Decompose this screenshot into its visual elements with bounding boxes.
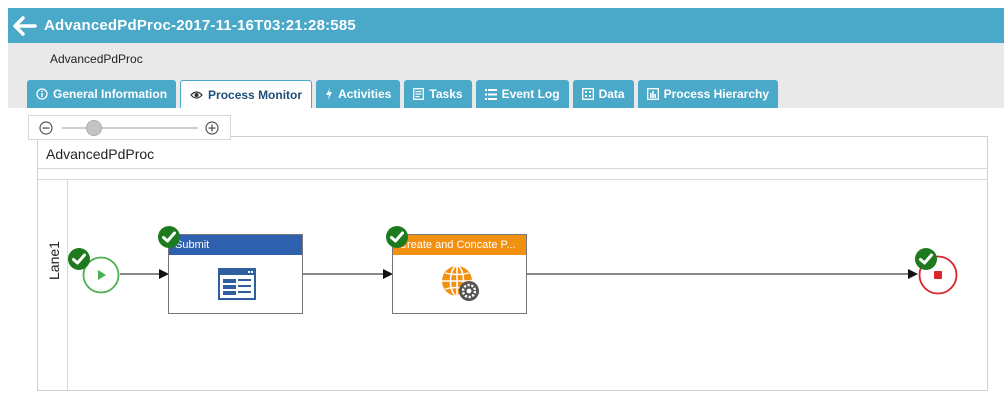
form-icon — [218, 268, 256, 300]
tab-data[interactable]: Data — [572, 80, 634, 108]
tab-label: Process Hierarchy — [663, 87, 769, 101]
completed-check-icon — [67, 247, 91, 271]
tab-label: Activities — [338, 87, 392, 101]
list-icon — [484, 88, 497, 100]
tab-label: Data — [598, 87, 625, 101]
subheader: AdvancedPdProc General Information Proce… — [8, 43, 1004, 108]
tasks-icon — [413, 88, 425, 100]
tab-activities[interactable]: Activities — [316, 80, 401, 108]
task-submit[interactable]: Submit — [168, 234, 303, 314]
process-instance-window: AdvancedPdProc-2017-11-16T03:21:28:585 A… — [8, 8, 1004, 413]
completed-check-icon — [385, 225, 409, 249]
lane: Lane1 Submit Create and Concate P... — [38, 179, 987, 390]
pool-divider — [38, 168, 987, 169]
tab-process-monitor[interactable]: Process Monitor — [180, 80, 313, 108]
bolt-icon — [325, 88, 333, 100]
web-service-icon — [439, 263, 481, 303]
zoom-slider-thumb[interactable] — [86, 119, 102, 136]
task-header: Create and Concate P... — [393, 235, 526, 255]
tab-label: Event Log — [501, 87, 560, 101]
process-diagram-canvas: AdvancedPdProc Lane1 Submit Create and C… — [8, 108, 1004, 413]
tab-tasks[interactable]: Tasks — [404, 80, 472, 108]
zoom-slider-track — [62, 126, 198, 129]
completed-check-icon — [914, 247, 938, 271]
pool-name: AdvancedPdProc — [46, 146, 155, 162]
tab-label: Tasks — [429, 87, 463, 101]
pool: AdvancedPdProc Lane1 Submit Create and C… — [37, 136, 988, 391]
tab-process-hierarchy[interactable]: Process Hierarchy — [637, 80, 778, 108]
stop-icon — [934, 271, 942, 279]
process-name: AdvancedPdProc — [50, 52, 143, 66]
zoom-in-icon[interactable] — [205, 120, 219, 135]
eye-icon — [190, 90, 203, 100]
task-create-and-concate[interactable]: Create and Concate P... — [392, 234, 527, 314]
tab-event-log[interactable]: Event Log — [475, 80, 569, 108]
hierarchy-icon — [646, 88, 659, 100]
back-arrow-icon[interactable] — [8, 8, 42, 43]
data-icon — [581, 88, 594, 100]
completed-check-icon — [157, 225, 181, 249]
page-title: AdvancedPdProc-2017-11-16T03:21:28:585 — [44, 17, 356, 34]
tab-bar: General Information Process Monitor Acti… — [27, 80, 782, 108]
zoom-slider[interactable] — [62, 119, 198, 136]
zoom-control — [28, 115, 231, 140]
tab-general-information[interactable]: General Information — [27, 80, 177, 108]
zoom-out-icon[interactable] — [39, 120, 53, 135]
title-bar: AdvancedPdProc-2017-11-16T03:21:28:585 — [8, 8, 1004, 43]
task-header: Submit — [169, 235, 302, 255]
tab-label: General Information — [53, 87, 168, 101]
tab-label: Process Monitor — [208, 87, 303, 102]
info-icon — [36, 88, 48, 100]
